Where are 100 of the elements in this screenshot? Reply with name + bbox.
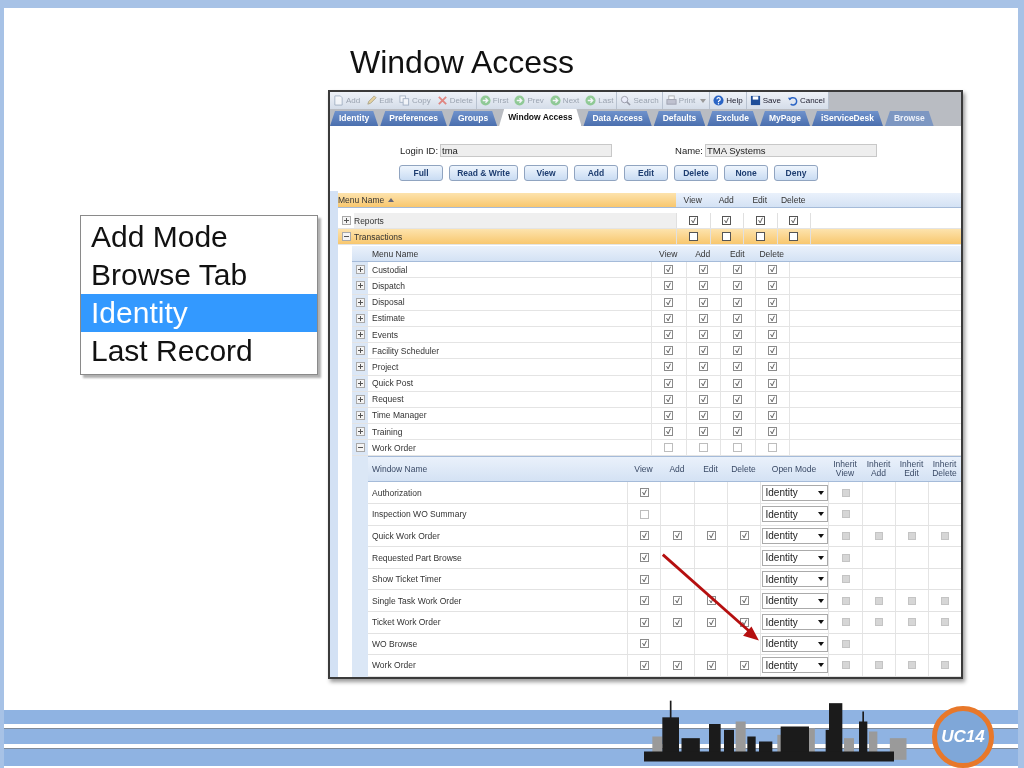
checkbox[interactable] (698, 394, 708, 404)
column-header[interactable]: Edit (743, 193, 777, 207)
checkbox[interactable] (673, 596, 682, 606)
checkbox[interactable] (664, 330, 674, 340)
inherit-checkbox[interactable] (841, 531, 850, 540)
expand-icon[interactable] (355, 281, 365, 291)
checkbox[interactable] (639, 574, 649, 584)
expand-icon[interactable] (355, 346, 365, 356)
menu-name[interactable]: Training (368, 426, 651, 437)
inherit-checkbox[interactable] (841, 510, 850, 519)
checkbox[interactable] (664, 281, 674, 291)
checkbox[interactable] (673, 531, 682, 541)
checkbox[interactable] (688, 232, 698, 241)
inherit-checkbox[interactable] (841, 488, 850, 497)
tab[interactable]: Window Access (499, 109, 582, 126)
inherit-checkbox[interactable] (941, 531, 949, 540)
inherit-checkbox[interactable] (841, 596, 850, 605)
tab[interactable]: MyPage (759, 111, 810, 126)
list-option[interactable]: Last Record (81, 332, 317, 370)
permission-button[interactable]: None (724, 165, 768, 181)
menu-name[interactable]: Dispatch (368, 280, 651, 291)
open-mode-dropdown[interactable]: Identity (761, 506, 828, 523)
inherit-checkbox[interactable] (908, 618, 916, 627)
input-field[interactable]: tma (440, 143, 613, 157)
checkbox[interactable] (733, 427, 743, 437)
checkbox[interactable] (739, 531, 749, 541)
expand-icon[interactable] (341, 216, 351, 225)
checkbox[interactable] (698, 297, 708, 307)
menu-name[interactable]: Custodial (368, 264, 651, 275)
checkbox[interactable] (664, 394, 674, 404)
tab[interactable]: Exclude (707, 111, 758, 126)
column-header[interactable]: Delete (776, 193, 810, 207)
checkbox[interactable] (789, 232, 799, 241)
checkbox[interactable] (664, 427, 674, 437)
checkbox[interactable] (698, 281, 708, 291)
checkbox[interactable] (767, 362, 777, 372)
collapse-icon[interactable] (355, 443, 365, 453)
checkbox[interactable] (698, 346, 708, 356)
open-mode-dropdown[interactable]: Identity (761, 549, 828, 566)
expand-icon[interactable] (355, 313, 365, 323)
checkbox[interactable] (664, 297, 674, 307)
permission-button[interactable]: Deny (774, 165, 818, 181)
checkbox[interactable] (767, 313, 777, 323)
tab[interactable]: Identity (330, 111, 379, 126)
tab[interactable]: Groups (448, 111, 498, 126)
checkbox[interactable] (639, 661, 649, 670)
menu-name[interactable]: Facility Scheduler (368, 345, 651, 356)
permission-button[interactable]: Delete (674, 165, 718, 181)
tab[interactable]: Preferences (380, 111, 447, 126)
permission-button[interactable]: Add (574, 165, 618, 181)
menu-name[interactable]: Time Manager (368, 410, 651, 421)
permission-button[interactable]: Full (399, 165, 443, 181)
tab[interactable]: iServiceDesk (812, 111, 883, 126)
column-header[interactable]: Add (709, 193, 743, 207)
input-field[interactable]: TMA Systems (705, 143, 877, 157)
list-option[interactable]: Browse Tab (81, 256, 317, 294)
checkbox[interactable] (767, 297, 777, 307)
checkbox[interactable] (673, 661, 682, 670)
checkbox[interactable] (789, 216, 799, 225)
tab[interactable]: Data Access (583, 111, 652, 126)
open-mode-dropdown[interactable]: Identity (761, 635, 828, 652)
checkbox[interactable] (639, 639, 649, 649)
inherit-checkbox[interactable] (941, 596, 949, 605)
menu-name[interactable]: Estimate (368, 313, 651, 324)
checkbox[interactable] (698, 313, 708, 323)
expand-icon[interactable] (355, 330, 365, 340)
checkbox[interactable] (673, 617, 682, 627)
checkbox[interactable] (733, 346, 743, 356)
checkbox[interactable] (639, 488, 649, 498)
checkbox[interactable] (698, 443, 708, 453)
open-mode-dropdown[interactable]: Identity (761, 592, 828, 609)
inherit-checkbox[interactable] (908, 596, 916, 605)
checkbox[interactable] (639, 553, 649, 562)
checkbox[interactable] (767, 265, 777, 275)
inherit-checkbox[interactable] (875, 596, 883, 605)
checkbox[interactable] (733, 330, 743, 340)
menu-name[interactable]: Request (368, 394, 651, 405)
inherit-checkbox[interactable] (941, 618, 949, 627)
inherit-checkbox[interactable] (941, 661, 949, 670)
menu-name[interactable]: Work Order (368, 442, 651, 453)
checkbox[interactable] (755, 216, 765, 225)
checkbox[interactable] (722, 232, 732, 241)
open-mode-dropdown[interactable]: Identity (761, 527, 828, 544)
tab[interactable]: Defaults (653, 111, 706, 126)
checkbox[interactable] (664, 443, 674, 453)
checkbox[interactable] (639, 509, 649, 519)
checkbox[interactable] (706, 531, 716, 541)
checkbox[interactable] (733, 313, 743, 323)
checkbox[interactable] (767, 281, 777, 291)
expand-icon[interactable] (355, 265, 365, 275)
inherit-checkbox[interactable] (908, 661, 916, 670)
checkbox[interactable] (733, 297, 743, 307)
expand-icon[interactable] (355, 378, 365, 388)
inherit-checkbox[interactable] (841, 639, 850, 648)
checkbox[interactable] (733, 378, 743, 388)
open-mode-dropdown[interactable]: Identity (761, 484, 828, 501)
checkbox[interactable] (722, 216, 732, 225)
expand-icon[interactable] (355, 362, 365, 372)
column-header[interactable]: View (676, 193, 710, 207)
inherit-checkbox[interactable] (841, 618, 850, 627)
